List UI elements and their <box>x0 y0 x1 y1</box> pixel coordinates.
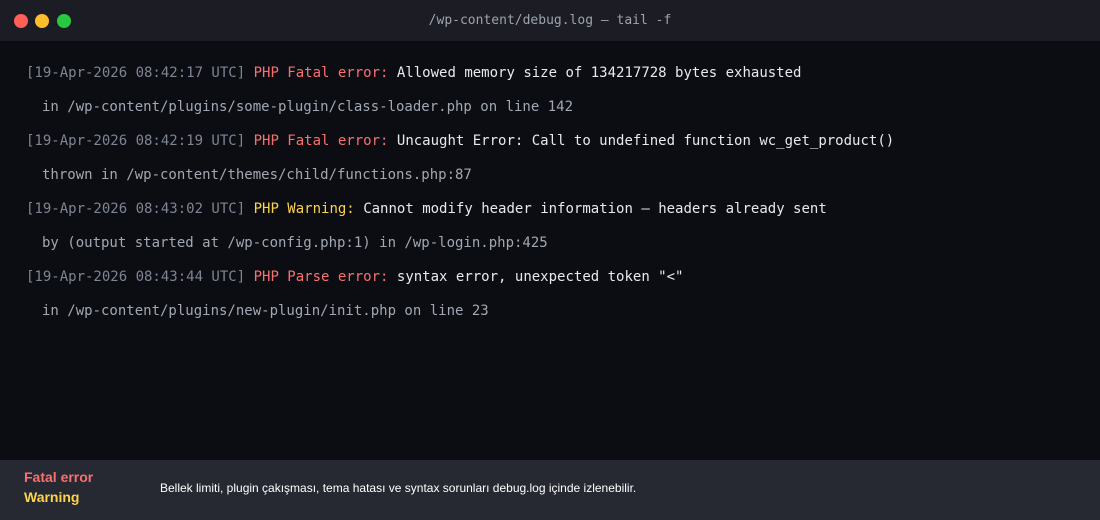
log-entry: [19-Apr-2026 08:43:44 UTC] PHP Parse err… <box>26 267 683 287</box>
terminal-window: /wp-content/debug.log — tail -f [19-Apr-… <box>0 0 1100 520</box>
log-detail: in /wp-content/plugins/new-plugin/init.p… <box>42 303 489 319</box>
legend-fatal-error: Fatal error <box>24 469 94 485</box>
footer-note: Bellek limiti, plugin çakışması, tema ha… <box>160 481 637 495</box>
log-timestamp: [19-Apr-2026 08:42:17 UTC] <box>26 65 246 81</box>
log-message: syntax error, unexpected token "<" <box>396 269 684 285</box>
log-entry: [19-Apr-2026 08:42:17 UTC] PHP Fatal err… <box>26 63 801 83</box>
log-level-warning: PHP Warning: <box>253 201 355 217</box>
log-timestamp: [19-Apr-2026 08:43:44 UTC] <box>26 269 246 285</box>
log-message: Allowed memory size of 134217728 bytes e… <box>396 65 802 81</box>
log-level-parse-error: PHP Parse error: <box>253 269 389 285</box>
title-bar: /wp-content/debug.log — tail -f <box>0 0 1100 42</box>
log-timestamp: [19-Apr-2026 08:42:19 UTC] <box>26 133 246 149</box>
log-message: Cannot modify header information — heade… <box>363 201 827 217</box>
log-detail: in /wp-content/plugins/some-plugin/class… <box>42 99 574 115</box>
window-title: /wp-content/debug.log — tail -f <box>428 13 672 28</box>
log-detail: thrown in /wp-content/themes/child/funct… <box>42 167 472 183</box>
log-detail: by (output started at /wp-config.php:1) … <box>42 235 548 251</box>
log-entry: [19-Apr-2026 08:42:19 UTC] PHP Fatal err… <box>26 131 894 151</box>
legend-warning: Warning <box>24 489 80 505</box>
log-timestamp: [19-Apr-2026 08:43:02 UTC] <box>26 201 246 217</box>
log-level-fatal: PHP Fatal error: <box>253 65 389 81</box>
log-message: Uncaught Error: Call to undefined functi… <box>396 133 895 149</box>
terminal-output[interactable]: [19-Apr-2026 08:42:17 UTC] PHP Fatal err… <box>0 43 1100 459</box>
log-entry: [19-Apr-2026 08:43:02 UTC] PHP Warning: … <box>26 199 827 219</box>
legend-footer: Fatal error Warning Bellek limiti, plugi… <box>0 460 1100 520</box>
log-level-fatal: PHP Fatal error: <box>253 133 389 149</box>
